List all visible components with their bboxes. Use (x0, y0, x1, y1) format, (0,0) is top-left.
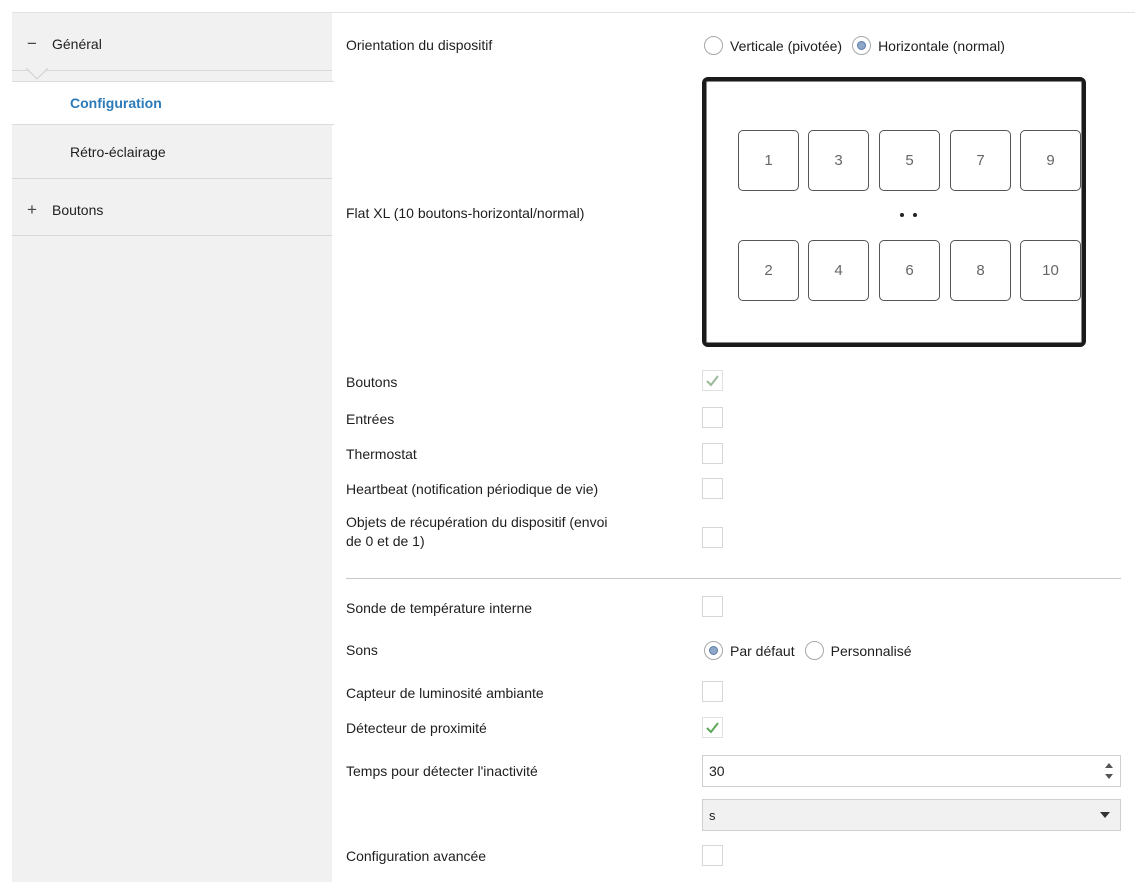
divider (12, 235, 332, 236)
module-recovery-checkbox[interactable] (702, 527, 723, 548)
radio-sounds-custom[interactable] (804, 641, 824, 660)
module-thermostat-label: Thermostat (346, 446, 417, 462)
inactivity-label: Temps pour détecter l'inactivité (346, 763, 538, 779)
light-sensor-label: Capteur de luminosité ambiante (346, 685, 544, 701)
device-button-5: 5 (879, 130, 940, 191)
inactivity-unit-select[interactable]: s (702, 799, 1121, 831)
settings-panel: Orientation du dispositif Verticale (piv… (332, 12, 1135, 882)
device-button-1: 1 (738, 130, 799, 191)
proximity-checkbox[interactable] (702, 717, 723, 738)
device-button-7: 7 (950, 130, 1011, 191)
radio-horizontal-label[interactable]: Horizontale (normal) (878, 38, 1005, 54)
spin-arrows-icon[interactable] (1104, 760, 1114, 782)
module-entrees-label: Entrées (346, 411, 395, 427)
sounds-label: Sons (346, 642, 378, 658)
module-recovery-label: Objets de récupération du dispositif (en… (346, 513, 607, 551)
section-divider (346, 578, 1121, 579)
sidebar-group-boutons[interactable]: + Boutons (12, 187, 332, 233)
sidebar-group-general[interactable]: − Général (12, 21, 332, 67)
collapse-icon: − (27, 34, 37, 53)
device-button-6: 6 (879, 240, 940, 301)
module-heartbeat-label: Heartbeat (notification périodique de vi… (346, 481, 599, 497)
device-button-8: 8 (950, 240, 1011, 301)
inactivity-value: 30 (709, 763, 725, 779)
radio-vertical-label[interactable]: Verticale (pivotée) (730, 38, 842, 54)
temp-probe-checkbox[interactable] (702, 596, 723, 617)
module-boutons-label: Boutons (346, 374, 398, 390)
light-sensor-checkbox[interactable] (702, 681, 723, 702)
sounds-radio-group: Par défaut Personnalisé (704, 641, 922, 660)
sidebar-group-label: Boutons (52, 202, 104, 218)
device-button-9: 9 (1020, 130, 1081, 191)
device-button-10: 10 (1020, 240, 1081, 301)
device-button-3: 3 (808, 130, 869, 191)
radio-sounds-custom-label[interactable]: Personnalisé (831, 643, 912, 659)
device-button-4: 4 (808, 240, 869, 301)
module-recovery-label-line1: Objets de récupération du dispositif (en… (346, 514, 608, 530)
divider (12, 178, 332, 179)
checkmark-icon (706, 722, 719, 734)
module-recovery-label-line2: de 0 et de 1) (346, 533, 425, 549)
chevron-down-icon (1100, 812, 1110, 818)
module-heartbeat-checkbox[interactable] (702, 478, 723, 499)
inactivity-unit-value: s (709, 808, 716, 823)
radio-sounds-default-label[interactable]: Par défaut (730, 643, 795, 659)
proximity-label: Détecteur de proximité (346, 720, 487, 736)
radio-sounds-default[interactable] (704, 641, 723, 660)
inactivity-spinbox[interactable]: 30 (702, 755, 1121, 787)
advanced-config-label: Configuration avancée (346, 848, 487, 864)
module-thermostat-checkbox[interactable] (702, 443, 723, 464)
sidebar-item-retro-eclairage[interactable]: Rétro-éclairage (12, 130, 332, 174)
checkmark-icon (706, 375, 719, 387)
module-boutons-checkbox[interactable] (702, 370, 723, 391)
orientation-label: Orientation du dispositif (346, 37, 493, 53)
device-button-2: 2 (738, 240, 799, 301)
radio-vertical[interactable] (704, 36, 723, 55)
radio-horizontal[interactable] (852, 36, 872, 55)
device-model-label: Flat XL (10 boutons-horizontal/normal) (346, 205, 585, 221)
temp-probe-label: Sonde de température interne (346, 600, 533, 616)
sidebar-item-configuration[interactable]: Configuration (12, 81, 334, 125)
light-sensor-dot (913, 213, 917, 217)
orientation-radio-group: Verticale (pivotée) Horizontale (normal) (704, 36, 1015, 55)
proximity-sensor-dot (900, 213, 904, 217)
module-entrees-checkbox[interactable] (702, 407, 723, 428)
expand-icon: + (27, 200, 37, 219)
tree-notch-icon (26, 68, 48, 80)
sidebar-group-label: Général (52, 36, 102, 52)
advanced-config-checkbox[interactable] (702, 845, 723, 866)
device-illustration: 1 3 5 7 9 2 4 6 8 10 (702, 77, 1086, 347)
sidebar: − Général Configuration Rétro-éclairage … (12, 12, 334, 882)
divider (12, 70, 332, 71)
